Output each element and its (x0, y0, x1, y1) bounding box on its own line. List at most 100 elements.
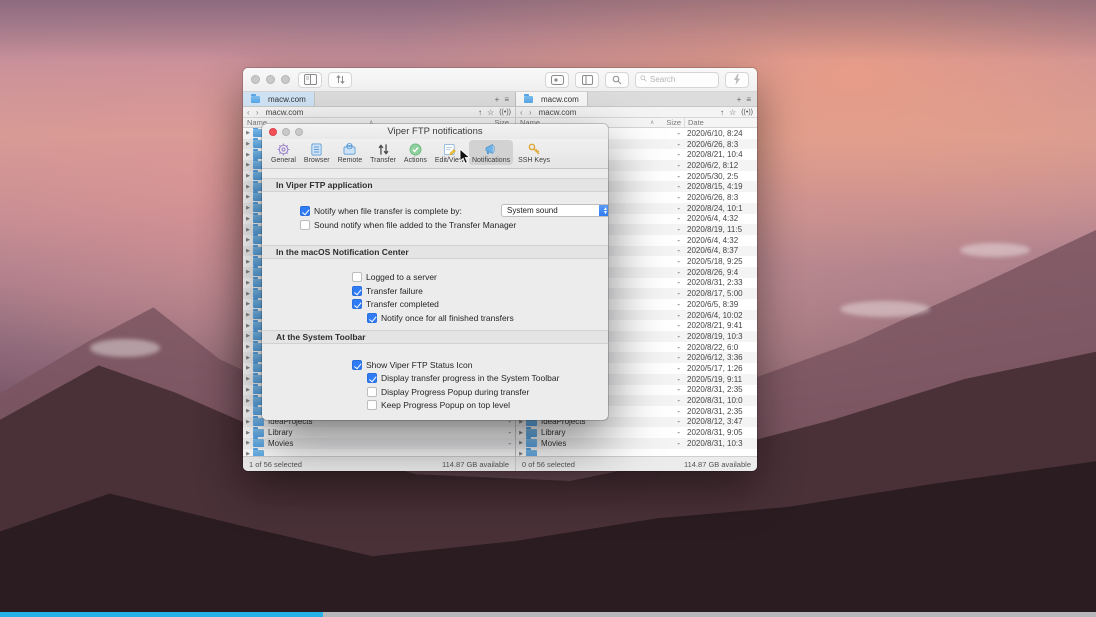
video-progress-track[interactable] (0, 612, 1096, 617)
file-row-library[interactable]: ▶Library- (243, 427, 515, 438)
file-row[interactable]: ▶ (516, 449, 757, 456)
disclosure-triangle-icon[interactable]: ▶ (243, 259, 253, 265)
checkbox-checked[interactable] (352, 299, 362, 309)
column-header-size[interactable]: Size (666, 118, 681, 127)
checkbox-unchecked[interactable] (367, 387, 377, 397)
checkbox-checked[interactable] (367, 373, 377, 383)
dialog-titlebar[interactable]: Viper FTP notifications (262, 124, 608, 139)
disclosure-triangle-icon[interactable]: ▶ (243, 141, 253, 147)
tab-left-macw[interactable]: macw.com (243, 92, 315, 106)
checkbox-checked[interactable] (352, 286, 362, 296)
disclosure-triangle-icon[interactable]: ▶ (516, 430, 526, 436)
checkbox-row-display-transfer-progress-in-the-system-[interactable]: Display transfer progress in the System … (367, 372, 600, 384)
quick-actions-button[interactable] (725, 72, 749, 88)
checkbox-row-notify-when-file-transfer-is-complete-by[interactable]: Notify when file transfer is complete by… (300, 205, 600, 217)
new-tab-button[interactable]: + (737, 95, 742, 104)
disclosure-triangle-icon[interactable]: ▶ (243, 387, 253, 393)
disclosure-triangle-icon[interactable]: ▶ (243, 344, 253, 350)
zoom-button[interactable] (281, 75, 290, 84)
tab-menu-button[interactable]: ≡ (504, 95, 509, 104)
file-size: - (660, 257, 684, 266)
checkbox-unchecked[interactable] (367, 400, 377, 410)
sound-dropdown[interactable]: System sound▲▼ (501, 204, 608, 217)
disclosure-triangle-icon[interactable]: ▶ (243, 323, 253, 329)
checkbox-row-notify-once-for-all-finished-transfers[interactable]: Notify once for all finished transfers (367, 312, 600, 324)
file-date: 2020/8/19, 11:5 (684, 225, 757, 234)
disclosure-triangle-icon[interactable]: ▶ (243, 312, 253, 318)
dialog-tool-browser[interactable]: Browser (301, 140, 333, 165)
close-button[interactable] (251, 75, 260, 84)
checkbox-row-transfer-failure[interactable]: Transfer failure (352, 285, 600, 297)
search-input[interactable]: Search (635, 72, 719, 88)
back-forward-buttons[interactable]: ‹ › (520, 108, 534, 117)
checkbox-row-show-viper-ftp-status-icon[interactable]: Show Viper FTP Status Icon (352, 359, 600, 371)
disclosure-triangle-icon[interactable]: ▶ (243, 419, 253, 425)
disclosure-triangle-icon[interactable]: ▶ (243, 248, 253, 254)
disclosure-triangle-icon[interactable]: ▶ (243, 162, 253, 168)
window-titlebar[interactable]: Search (243, 68, 757, 92)
file-row-movies[interactable]: ▶Movies- (243, 438, 515, 449)
disclosure-triangle-icon[interactable]: ▶ (243, 194, 253, 200)
sort-button[interactable] (328, 72, 352, 88)
checkbox-row-keep-progress-popup-on-top-level[interactable]: Keep Progress Popup on top level (367, 399, 600, 411)
dialog-tool-actions[interactable]: Actions (401, 140, 430, 165)
file-row[interactable]: ▶ (243, 449, 515, 456)
minimize-button[interactable] (266, 75, 275, 84)
disclosure-triangle-icon[interactable]: ▶ (243, 280, 253, 286)
new-tab-button[interactable]: + (495, 95, 500, 104)
file-size: - (660, 150, 684, 159)
columns-button[interactable] (575, 72, 599, 88)
column-header-date[interactable]: Date (684, 118, 757, 127)
broadcast-button[interactable]: ((•)) (499, 109, 511, 116)
disclosure-triangle-icon[interactable]: ▶ (516, 440, 526, 446)
disclosure-triangle-icon[interactable]: ▶ (243, 440, 253, 446)
disclosure-triangle-icon[interactable]: ▶ (243, 301, 253, 307)
upload-button[interactable]: ↑ (478, 108, 482, 117)
checkbox-unchecked[interactable] (300, 220, 310, 230)
tab-right-macw[interactable]: macw.com (516, 92, 588, 106)
disclosure-triangle-icon[interactable]: ▶ (243, 430, 253, 436)
favorites-button[interactable]: ☆ (487, 108, 494, 117)
dialog-tool-general[interactable]: General (268, 140, 299, 165)
checkbox-row-logged-to-a-server[interactable]: Logged to a server (352, 271, 600, 283)
checkbox-checked[interactable] (300, 206, 310, 216)
disclosure-triangle-icon[interactable]: ▶ (243, 184, 253, 190)
disclosure-triangle-icon[interactable]: ▶ (243, 333, 253, 339)
checkbox-checked[interactable] (367, 313, 377, 323)
disclosure-triangle-icon[interactable]: ▶ (243, 398, 253, 404)
disclosure-triangle-icon[interactable]: ▶ (243, 451, 253, 456)
checkbox-checked[interactable] (352, 360, 362, 370)
disclosure-triangle-icon[interactable]: ▶ (516, 451, 526, 456)
favorites-button[interactable]: ☆ (729, 108, 736, 117)
disclosure-triangle-icon[interactable]: ▶ (243, 237, 253, 243)
tab-menu-button[interactable]: ≡ (746, 95, 751, 104)
disclosure-triangle-icon[interactable]: ▶ (243, 152, 253, 158)
disclosure-triangle-icon[interactable]: ▶ (243, 205, 253, 211)
back-forward-buttons[interactable]: ‹ › (247, 108, 261, 117)
dialog-tool-transfer[interactable]: Transfer (367, 140, 399, 165)
disclosure-triangle-icon[interactable]: ▶ (243, 408, 253, 414)
dialog-tool-ssh-keys[interactable]: SSH Keys (515, 140, 553, 165)
disclosure-triangle-icon[interactable]: ▶ (243, 355, 253, 361)
disclosure-triangle-icon[interactable]: ▶ (243, 227, 253, 233)
disclosure-triangle-icon[interactable]: ▶ (243, 376, 253, 382)
disclosure-triangle-icon[interactable]: ▶ (243, 173, 253, 179)
disclosure-triangle-icon[interactable]: ▶ (243, 269, 253, 275)
checkbox-row-display-progress-popup-during-transfer[interactable]: Display Progress Popup during transfer (367, 386, 600, 398)
checkbox-unchecked[interactable] (352, 272, 362, 282)
broadcast-button[interactable]: ((•)) (741, 109, 753, 116)
dialog-tool-remote[interactable]: Remote (335, 140, 366, 165)
checkbox-row-sound-notify-when-file-added-to-the-tran[interactable]: Sound notify when file added to the Tran… (300, 219, 600, 231)
find-button[interactable] (605, 72, 629, 88)
file-row-library[interactable]: ▶Library-2020/8/31, 9:05 (516, 427, 757, 438)
upload-button[interactable]: ↑ (720, 108, 724, 117)
disclosure-triangle-icon[interactable]: ▶ (243, 130, 253, 136)
disclosure-triangle-icon[interactable]: ▶ (243, 365, 253, 371)
checkbox-row-transfer-completed[interactable]: Transfer completed (352, 298, 600, 310)
sidebar-toggle-button[interactable] (298, 72, 322, 88)
preview-button[interactable] (545, 72, 569, 88)
disclosure-triangle-icon[interactable]: ▶ (243, 291, 253, 297)
dialog-tool-notifications[interactable]: Notifications (469, 140, 513, 165)
disclosure-triangle-icon[interactable]: ▶ (243, 216, 253, 222)
file-row-movies[interactable]: ▶Movies-2020/8/31, 10:3 (516, 438, 757, 449)
